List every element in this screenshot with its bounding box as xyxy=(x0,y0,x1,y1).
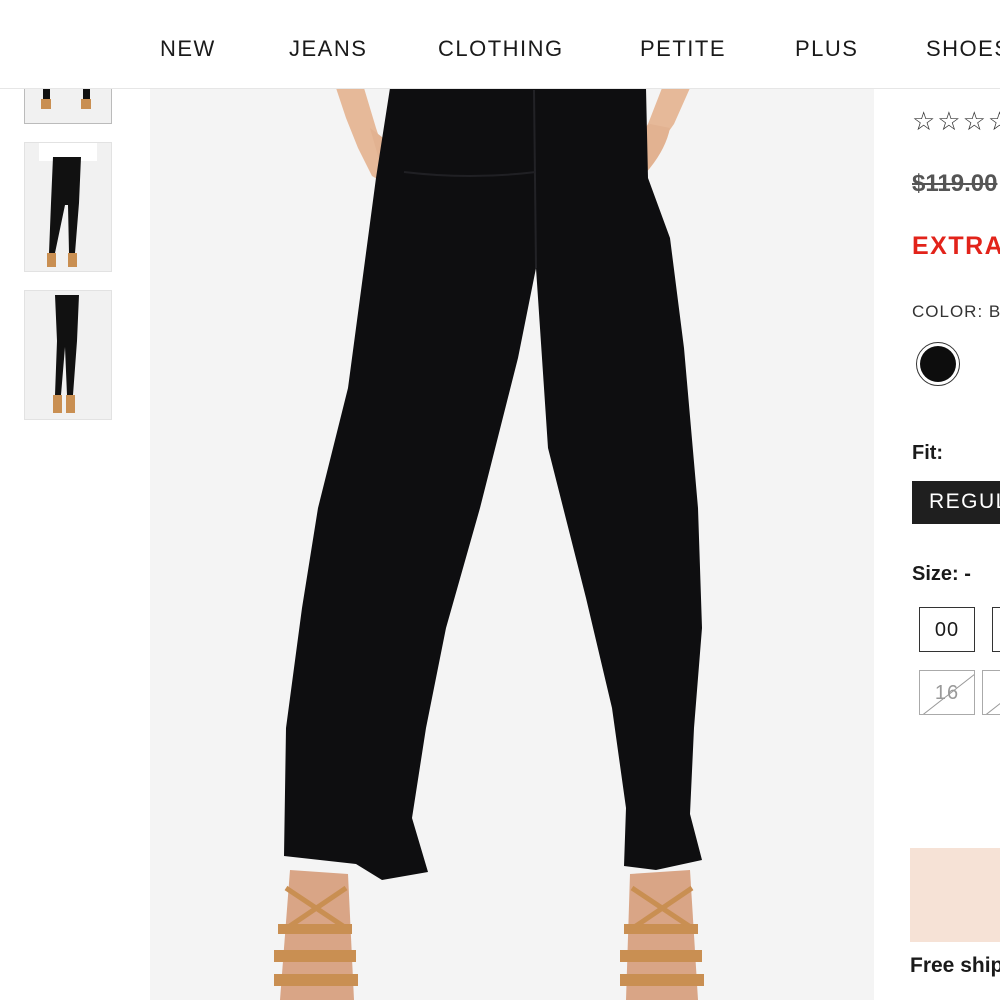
thumbnail-side-view xyxy=(39,143,97,267)
thumbnail-back-view xyxy=(53,295,79,413)
product-hero-image[interactable] xyxy=(150,88,874,1000)
color-swatch-black[interactable] xyxy=(916,342,960,386)
thumbnail-gallery xyxy=(0,84,150,1000)
nav-item-clothing[interactable]: CLOTHING xyxy=(438,36,564,62)
size-option-label: 00 xyxy=(934,619,960,641)
thumbnail-image[interactable] xyxy=(24,84,112,124)
size-option-16-unavailable[interactable]: 16 xyxy=(919,670,975,715)
jeans-model-illustration xyxy=(274,88,704,1000)
color-swatch-fill xyxy=(920,346,956,382)
thumbnail-front-view xyxy=(41,85,91,109)
original-price: $119.00 xyxy=(912,170,998,197)
product-info-panel: ☆☆☆☆☆ $119.00 EXTRA COLOR: B Fit: REGULA… xyxy=(874,88,1000,1000)
unavailable-slash xyxy=(984,671,1000,714)
fit-label: Fit: xyxy=(912,442,944,464)
unavailable-slash xyxy=(921,671,974,714)
nav-item-shoes[interactable]: SHOES xyxy=(926,36,1000,62)
nav-item-jeans[interactable]: JEANS xyxy=(289,36,367,62)
nav-item-petite[interactable]: PETITE xyxy=(640,36,726,62)
nav-item-plus[interactable]: PLUS xyxy=(795,36,858,62)
free-shipping-text: Free shipping xyxy=(910,954,1000,977)
top-navigation: NEW JEANS CLOTHING PETITE PLUS SHOES xyxy=(0,0,1000,89)
promo-text: EXTRA xyxy=(912,232,1000,260)
add-to-bag-button[interactable] xyxy=(910,848,1000,942)
size-option-partial[interactable] xyxy=(992,607,1000,652)
size-option-00[interactable]: 00 xyxy=(919,607,975,652)
thumbnail-image[interactable] xyxy=(24,142,112,272)
fit-option-regular[interactable]: REGULAR xyxy=(912,481,1000,524)
size-label: Size: - xyxy=(912,563,971,585)
size-option-partial-unavailable[interactable] xyxy=(982,670,1000,715)
color-label: COLOR: B xyxy=(912,302,1000,321)
rating-stars[interactable]: ☆☆☆☆☆ xyxy=(912,106,1000,137)
thumbnail-image[interactable] xyxy=(24,290,112,420)
nav-item-new[interactable]: NEW xyxy=(160,36,216,62)
